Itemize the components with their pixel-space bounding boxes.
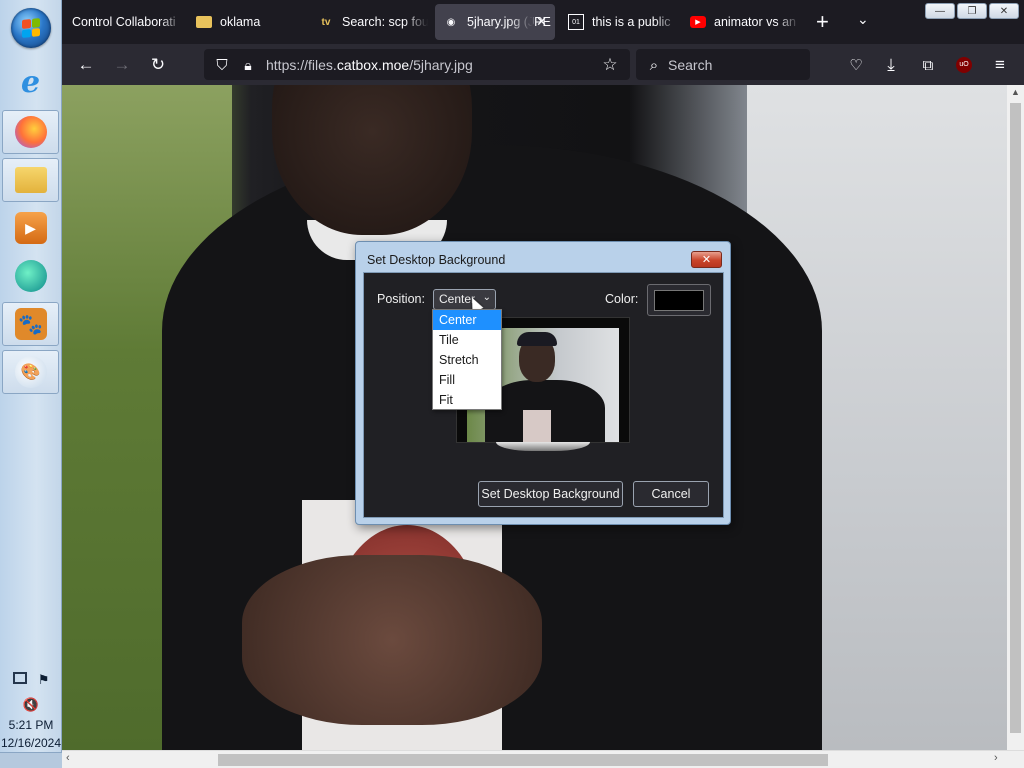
tracking-shield-icon[interactable]: ⛉: [210, 53, 234, 77]
taskbar: e ▶ 🐾 🎨 ⚑ 🔇 5:21 PM 12/16/2024: [0, 0, 62, 768]
reload-icon[interactable]: ↻: [146, 53, 170, 77]
paw-icon: 🐾: [14, 308, 47, 340]
close-window-button[interactable]: ✕: [989, 3, 1019, 19]
navigation-toolbar: ← → ↻ ⛉ 🔒︎ https://files.catbox.moe/5jha…: [62, 44, 1024, 85]
scroll-right-icon[interactable]: ›: [994, 752, 998, 764]
position-select[interactable]: Center ⌄: [433, 289, 496, 310]
tab-oklama[interactable]: oklama: [188, 4, 306, 40]
tab-animator-vs[interactable]: ▶ animator vs an: [682, 4, 800, 40]
dropdown-option-fit[interactable]: Fit: [433, 390, 501, 410]
position-dropdown-list: Center Tile Stretch Fill Fit: [432, 309, 502, 410]
clock-date[interactable]: 12/16/2024: [0, 736, 62, 750]
network-icon[interactable]: [12, 672, 27, 684]
position-label: Position:: [377, 292, 425, 306]
dialog-close-button[interactable]: ✕: [691, 251, 722, 268]
dropdown-option-fill[interactable]: Fill: [433, 370, 501, 390]
search-placeholder: Search: [668, 57, 713, 73]
firefox-icon: [14, 116, 47, 148]
scroll-up-icon[interactable]: ▲: [1011, 87, 1020, 97]
doc-icon: 01: [568, 14, 584, 30]
set-desktop-background-button[interactable]: Set Desktop Background: [478, 481, 623, 507]
tab-control-collaboration[interactable]: Control Collaborati: [64, 4, 184, 40]
dropdown-option-center[interactable]: Center: [433, 310, 501, 330]
scroll-left-icon[interactable]: ‹: [66, 752, 70, 764]
search-icon: ⌕: [649, 56, 659, 74]
folder-icon: [14, 167, 47, 193]
lock-icon[interactable]: 🔒︎: [236, 53, 260, 77]
color-picker-button[interactable]: [647, 284, 711, 316]
media-player-icon: ▶: [14, 212, 47, 244]
image-icon: ◉: [446, 16, 456, 28]
restore-button[interactable]: ❐: [957, 3, 987, 19]
tab-title: oklama: [220, 15, 261, 29]
clock-time[interactable]: 5:21 PM: [0, 718, 62, 732]
cancel-button[interactable]: Cancel: [633, 481, 709, 507]
action-center-flag-icon[interactable]: ⚑: [38, 672, 50, 688]
back-arrow-icon[interactable]: ←: [74, 53, 98, 77]
taskbar-media-player[interactable]: ▶: [2, 206, 59, 250]
new-tab-plus-icon[interactable]: +: [816, 9, 829, 35]
bookmark-star-icon[interactable]: ☆: [598, 53, 622, 77]
taskbar-firefox[interactable]: [2, 110, 59, 154]
start-button[interactable]: [11, 8, 51, 48]
tab-public-doc[interactable]: 01 this is a public: [560, 4, 678, 40]
minimize-button[interactable]: —: [925, 3, 955, 19]
taskbar-paint-app[interactable]: 🎨: [2, 350, 59, 394]
youtube-icon: ▶: [690, 16, 706, 28]
list-all-tabs-chevron-icon[interactable]: ⌄: [857, 11, 869, 28]
search-bar[interactable]: ⌕ Search: [636, 49, 810, 80]
internet-explorer-icon: e: [20, 64, 41, 100]
volume-muted-icon[interactable]: 🔇: [0, 697, 62, 713]
taskbar-chat-app[interactable]: [2, 254, 59, 298]
photo-hands: [242, 555, 542, 725]
extensions-puzzle-icon[interactable]: ⧉: [916, 53, 940, 77]
monitor-stand: [496, 442, 590, 451]
horizontal-scrollbar[interactable]: ‹ ›: [62, 750, 1024, 768]
vertical-scrollbar[interactable]: ▲: [1007, 85, 1024, 750]
url-text[interactable]: https://files.catbox.moe/5jhary.jpg: [266, 57, 473, 73]
tab-5jhary-jpg[interactable]: ◉ 5jhary.jpg (JPE ✕: [435, 4, 555, 40]
color-swatch: [654, 290, 704, 311]
forward-arrow-icon[interactable]: →: [110, 53, 134, 77]
tab-search-scp[interactable]: tv Search: scp fou: [310, 4, 428, 40]
color-label: Color:: [605, 292, 639, 306]
dropdown-option-tile[interactable]: Tile: [433, 330, 501, 350]
dialog-title: Set Desktop Background: [367, 253, 506, 267]
taskbar-file-explorer[interactable]: [2, 158, 59, 202]
pocket-icon[interactable]: ♡: [844, 53, 868, 77]
menu-hamburger-icon[interactable]: ≡: [988, 53, 1012, 77]
taskbar-paw-app[interactable]: 🐾: [2, 302, 59, 346]
tv-icon: tv: [321, 16, 331, 28]
url-bar[interactable]: ⛉ 🔒︎ https://files.catbox.moe/5jhary.jpg…: [204, 49, 630, 80]
chevron-down-icon: ⌄: [482, 292, 491, 303]
paint-palette-icon: 🎨: [14, 356, 47, 388]
show-desktop-button[interactable]: [0, 752, 62, 768]
folder-icon: [196, 16, 212, 28]
downloads-icon[interactable]: ⤓: [879, 53, 903, 77]
dialog-body: Position: Center ⌄ Color: Set Desktop Ba…: [363, 272, 724, 518]
taskbar-internet-explorer[interactable]: e: [2, 60, 59, 104]
set-desktop-background-dialog: Set Desktop Background ✕ Position: Cente…: [355, 241, 731, 525]
ublock-origin-icon[interactable]: uO: [952, 53, 976, 77]
windows-logo-icon: [22, 18, 40, 38]
tab-close-icon[interactable]: ✕: [536, 14, 547, 30]
tray-icons: ⚑: [0, 672, 62, 688]
tab-bar: Control Collaborati oklama tv Search: sc…: [62, 0, 1024, 44]
dropdown-option-stretch[interactable]: Stretch: [433, 350, 501, 370]
chat-bubble-icon: [14, 260, 47, 292]
